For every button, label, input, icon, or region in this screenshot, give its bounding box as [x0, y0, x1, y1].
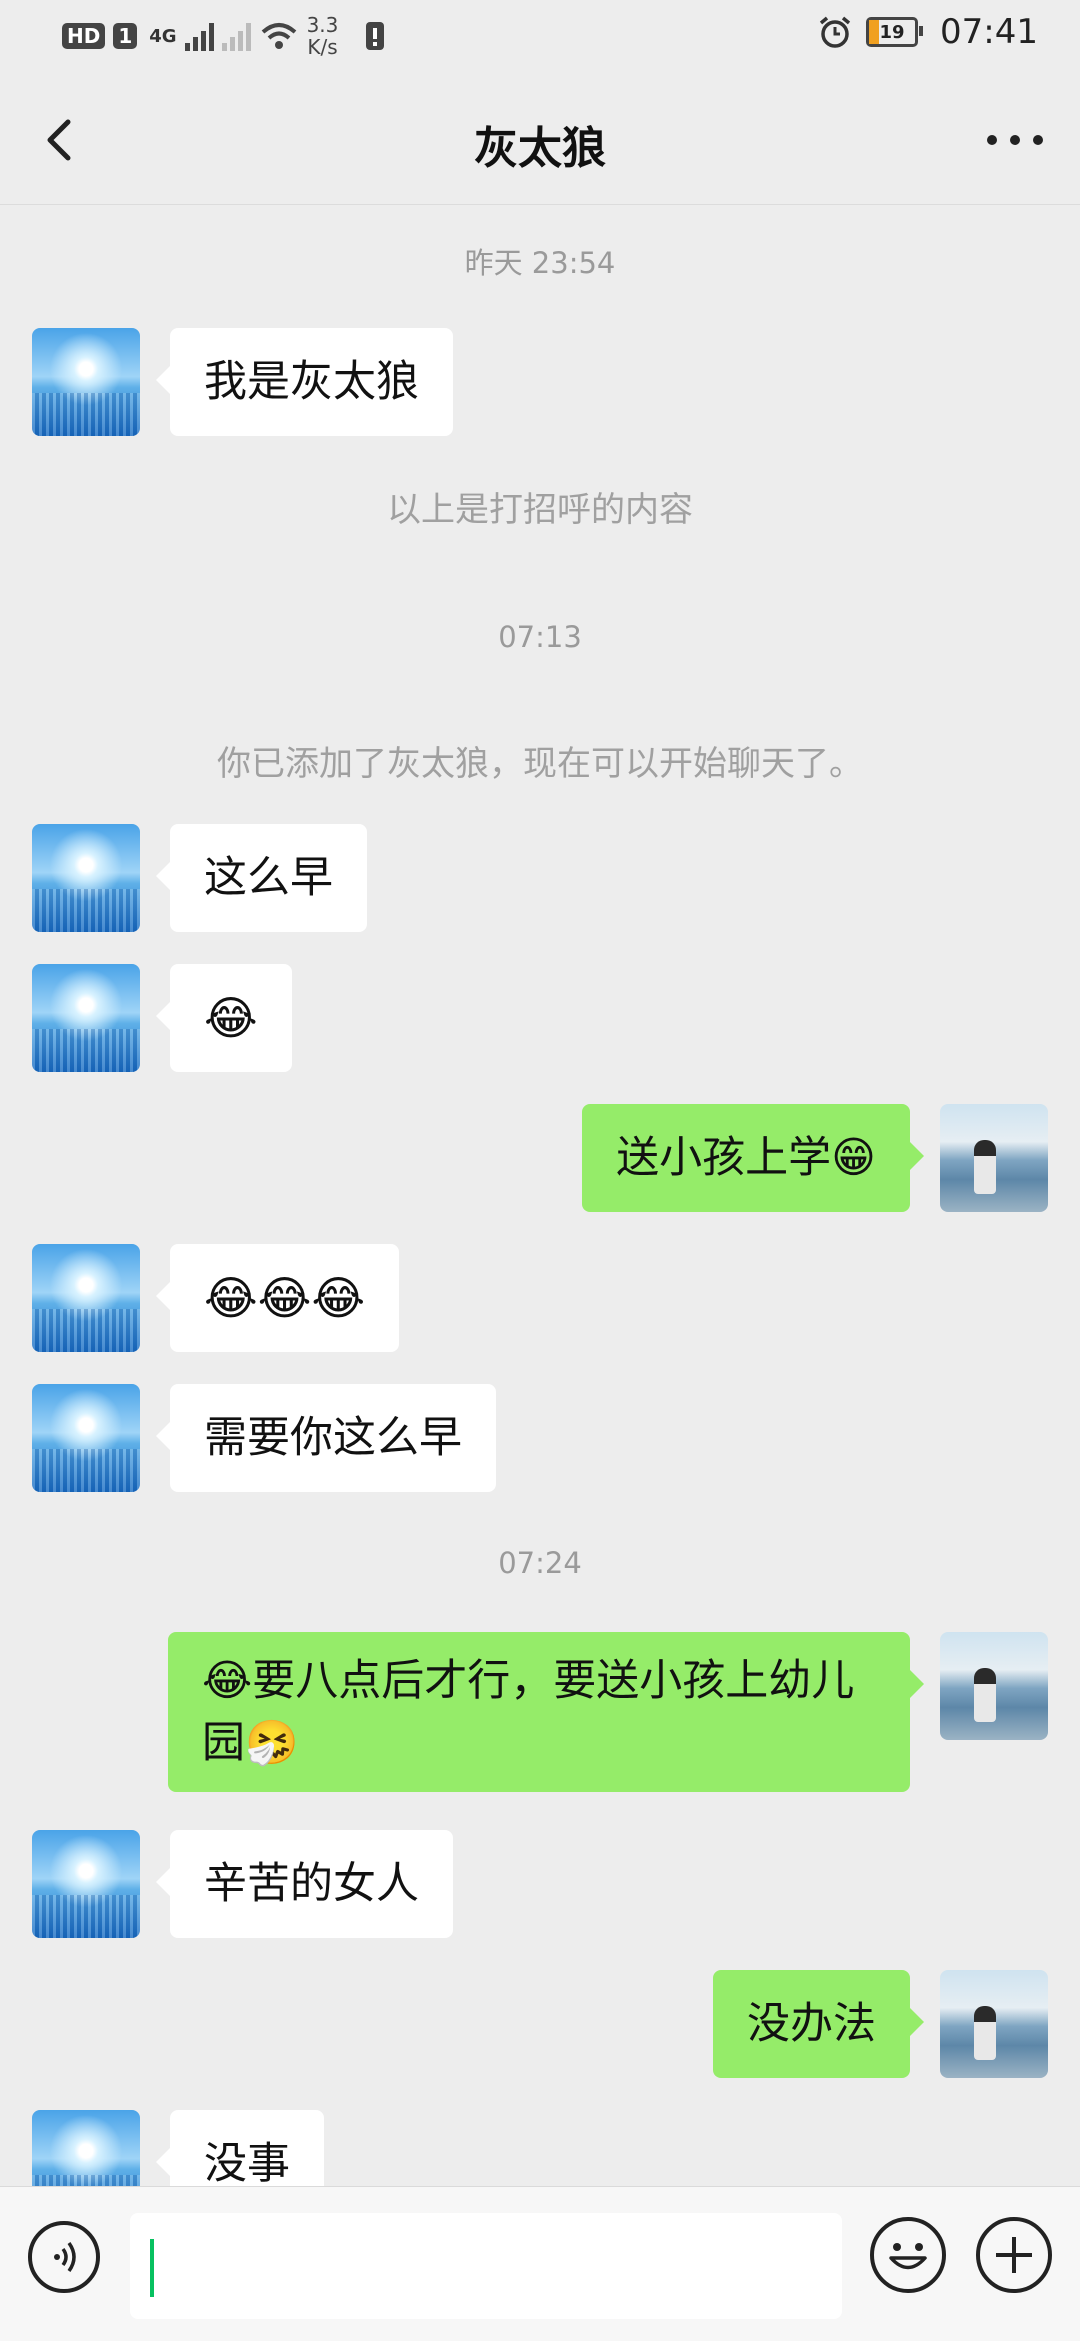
voice-button[interactable] [28, 2221, 100, 2293]
speed-unit: K/s [307, 35, 338, 59]
contact-avatar[interactable] [32, 1384, 140, 1492]
chat-title: 灰太狼 [474, 123, 606, 174]
message-input[interactable] [130, 2213, 842, 2319]
more-button[interactable] [980, 108, 1050, 172]
contact-avatar[interactable] [32, 1244, 140, 1352]
message-bubble-incoming[interactable]: 我是灰太狼 [156, 328, 453, 436]
timestamp: 昨天 23:54 [464, 246, 616, 280]
alert-icon [366, 22, 385, 50]
network-type: 4G [149, 25, 177, 47]
system-notice: 你已添加了灰太狼，现在可以开始聊天了。 [217, 744, 863, 784]
timestamp: 07:13 [498, 620, 582, 654]
my-avatar[interactable] [940, 1104, 1048, 1212]
signal-icon [184, 21, 214, 51]
input-bar [0, 2186, 1080, 2341]
speed-value: 3.3 [306, 13, 339, 37]
chat-header: 灰太狼 [0, 76, 1080, 205]
sim-badge: 1 [113, 23, 138, 49]
message-bubble-outgoing[interactable]: 没办法 [713, 1970, 924, 2078]
message-bubble-outgoing[interactable]: 😂要八点后才行，要送小孩上幼儿园🤧 [168, 1632, 924, 1792]
timestamp: 07:24 [498, 1546, 582, 1580]
my-avatar[interactable] [940, 1632, 1048, 1740]
message-bubble-incoming[interactable]: 需要你这么早 [156, 1384, 496, 1492]
message-bubble-outgoing[interactable]: 送小孩上学😁 [582, 1104, 924, 1212]
hd-badge: HD [62, 23, 106, 49]
emoji-button[interactable] [870, 2217, 946, 2293]
status-bar: HD 1 4G 3.3 K/s 19 07:41 [0, 0, 1080, 76]
clock: 07:41 [940, 12, 1038, 52]
battery-icon: 19 [866, 17, 924, 47]
contact-avatar[interactable] [32, 824, 140, 932]
text-cursor [150, 2239, 154, 2297]
contact-avatar[interactable] [32, 964, 140, 1072]
emoji-icon [889, 2243, 927, 2270]
alarm-icon [819, 16, 851, 48]
plus-icon [996, 2237, 1032, 2273]
voice-icon [54, 2241, 76, 2273]
signal-2-icon [221, 21, 251, 51]
contact-avatar[interactable] [32, 328, 140, 436]
my-avatar[interactable] [940, 1970, 1048, 2078]
message-bubble-incoming[interactable]: 😂 [156, 964, 292, 1072]
wifi-icon [261, 23, 296, 49]
status-right: 19 07:41 [818, 12, 1038, 52]
system-notice: 以上是打招呼的内容 [387, 490, 693, 530]
plus-button[interactable] [976, 2217, 1052, 2293]
battery-level: 19 [879, 21, 905, 43]
message-bubble-incoming[interactable]: 辛苦的女人 [156, 1830, 453, 1938]
status-left: HD 1 4G 3.3 K/s [62, 14, 386, 58]
network-speed: 3.3 K/s [307, 14, 339, 58]
message-bubble-incoming[interactable]: 😂😂😂 [155, 1244, 400, 1352]
contact-avatar[interactable] [32, 1830, 140, 1938]
message-bubble-incoming[interactable]: 这么早 [156, 824, 367, 932]
